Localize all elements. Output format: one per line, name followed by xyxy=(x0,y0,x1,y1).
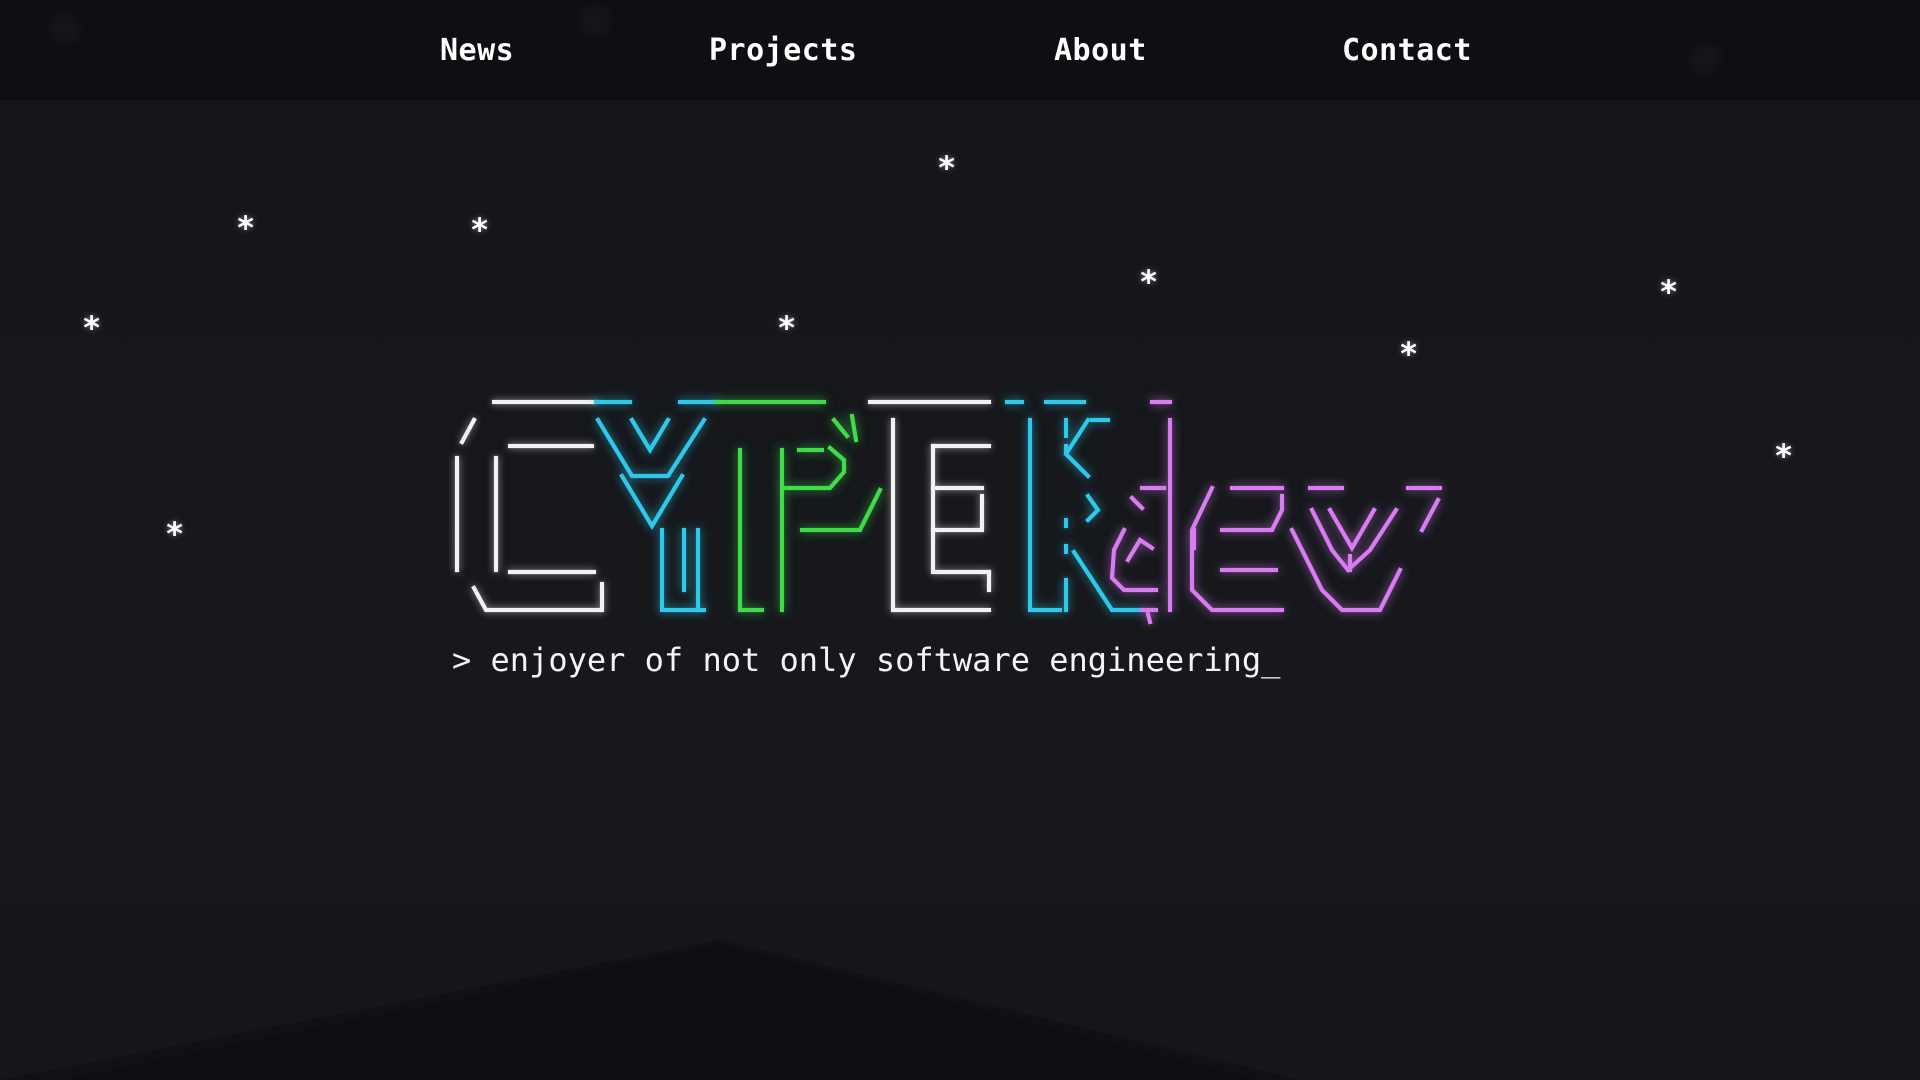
star-icon: * xyxy=(1774,437,1794,475)
star-icon: * xyxy=(1139,263,1159,301)
star-icon: * xyxy=(1399,335,1419,373)
logo-letter-c xyxy=(454,399,605,613)
star-icon: * xyxy=(777,309,797,347)
logo-graphic xyxy=(454,399,1443,625)
logo-letter-e-small xyxy=(1189,485,1285,613)
star-icon: * xyxy=(82,309,102,347)
ascii-logo: CYPEKdev xyxy=(452,380,1472,625)
logo-letter-e xyxy=(867,399,992,613)
nav-link-projects[interactable]: Projects xyxy=(709,32,858,70)
tagline-text: enjoyer of not only software engineering… xyxy=(490,641,1281,679)
top-navigation: News Projects About Contact xyxy=(0,0,1920,100)
logo-letter-y xyxy=(593,399,720,613)
star-icon: * xyxy=(937,149,957,187)
nav-link-about[interactable]: About xyxy=(1054,32,1147,70)
prompt-symbol: > xyxy=(452,641,472,679)
logo-letter-p xyxy=(714,399,883,613)
star-icon: * xyxy=(470,211,490,249)
nav-link-contact[interactable]: Contact xyxy=(1342,32,1472,70)
star-icon: * xyxy=(165,515,185,553)
nav-link-news[interactable]: News xyxy=(440,32,514,70)
logo-letter-v xyxy=(1289,485,1443,613)
logo-letter-k xyxy=(1004,399,1143,613)
tagline: > enjoyer of not only software engineeri… xyxy=(452,640,1280,680)
star-icon: * xyxy=(236,209,256,247)
star-icon: * xyxy=(1659,273,1679,311)
logo-letter-d xyxy=(1109,399,1173,625)
